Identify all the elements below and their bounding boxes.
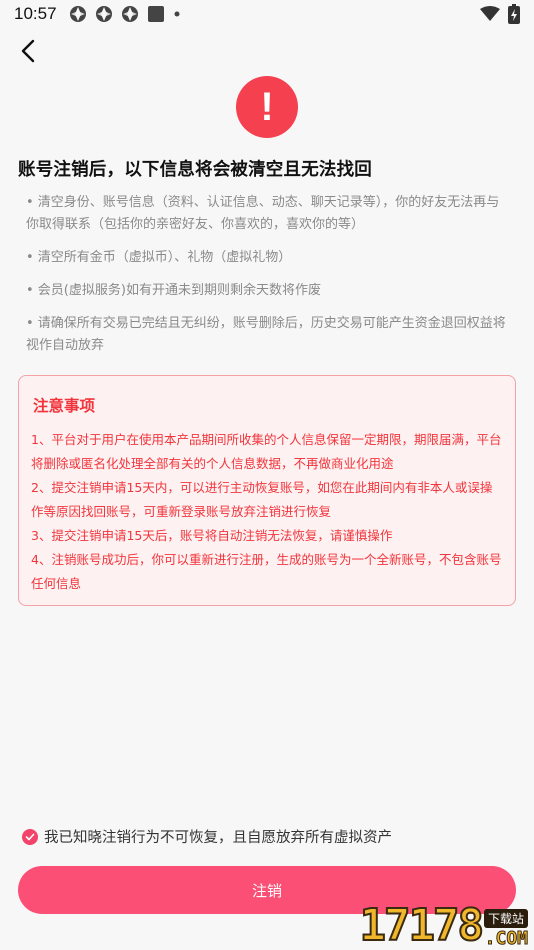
info-list: • 清空身份、账号信息（资料、认证信息、动态、聊天记录等），你的好友无法再与你取… xyxy=(26,192,510,368)
dot-icon xyxy=(174,11,180,17)
notice-title: 注意事项 xyxy=(33,397,96,415)
notice-item: 1、平台对于用户在使用本产品期间所收集的个人信息保留一定期限，期限届满，平台将删… xyxy=(31,432,502,471)
notice-item: 2、提交注销申请15天内，可以进行主动恢复账号，如您在此期间内有非本人或误操作等… xyxy=(31,480,493,519)
warning-icon: ! xyxy=(236,76,298,138)
list-item: • 请确保所有交易已完结且无纠纷，账号删除后，历史交易可能产生资金退回权益将视作… xyxy=(26,316,506,353)
page-title: 账号注销后，以下信息将会被清空且无法找回 xyxy=(18,160,372,180)
watermark-logo-text: 17178 xyxy=(359,900,485,950)
list-item: • 清空所有金币（虚拟币）、礼物（虚拟礼物） xyxy=(26,250,292,265)
chevron-left-icon xyxy=(21,39,35,63)
status-notification-icons xyxy=(69,5,181,23)
check-icon xyxy=(25,833,35,840)
app-icon xyxy=(147,6,164,22)
app-icon xyxy=(95,6,112,22)
watermark-subtitle: 下载站 xyxy=(483,909,528,928)
watermark-logo: 17178 下载站 .COM xyxy=(359,900,529,950)
list-item: • 清空身份、账号信息（资料、认证信息、动态、聊天记录等），你的好友无法再与你取… xyxy=(26,195,500,232)
app-icon xyxy=(121,6,138,22)
agreement-label: 我已知晓注销行为不可恢复，且自愿放弃所有虚拟资产 xyxy=(44,830,392,846)
status-time: 10:57 xyxy=(14,4,57,23)
app-icon xyxy=(69,6,86,22)
notice-item: 4、注销账号成功后，你可以重新进行注册，生成的账号为一个全新账号，不包含账号任何… xyxy=(31,552,502,591)
battery-icon xyxy=(508,4,520,24)
list-item: • 会员(虚拟服务)如有开通未到期则剩余天数将作废 xyxy=(26,283,321,298)
agreement-row[interactable]: 我已知晓注销行为不可恢复，且自愿放弃所有虚拟资产 xyxy=(22,826,392,847)
wifi-icon xyxy=(480,6,500,21)
notice-item: 3、提交注销申请15天后，账号将自动注销无法恢复，请谨慎操作 xyxy=(31,528,393,543)
watermark-domain: .COM xyxy=(484,928,528,949)
notice-box: 注意事项 1、平台对于用户在使用本产品期间所收集的个人信息保留一定期限，期限届满… xyxy=(18,375,516,606)
status-bar: 10:57 xyxy=(0,0,534,28)
back-button[interactable] xyxy=(14,36,42,66)
agreement-checkbox[interactable] xyxy=(22,828,38,845)
exclamation-icon: ! xyxy=(260,85,274,129)
status-system-icons xyxy=(480,4,520,24)
